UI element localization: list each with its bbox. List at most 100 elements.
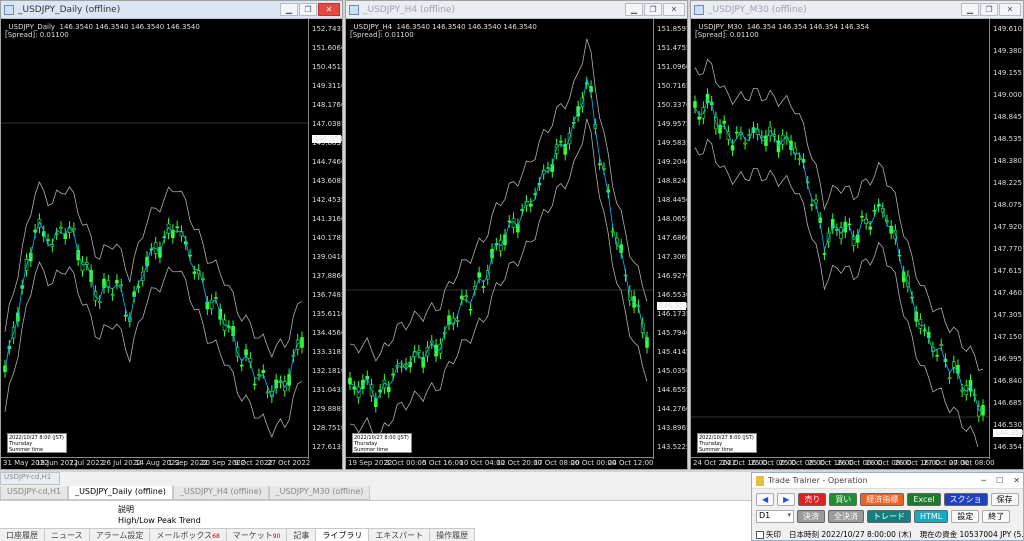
prev-bar-button[interactable]: ◀ — [756, 493, 775, 506]
time-axis[interactable]: 24 Oct 2022 24 Oct 16:00 25 Oct 00:00 25 Oc… — [691, 457, 995, 469]
restore-button[interactable]: ❐ — [980, 3, 998, 16]
price-axis-label: 140.1785 — [312, 234, 343, 242]
sell-button[interactable]: 売り — [798, 493, 827, 506]
chart-window-h4[interactable]: _USDJPY_H4 (offline) ▁ ❐ ✕ _USDJPY_H4 14… — [345, 0, 688, 470]
candle-body — [244, 349, 248, 356]
price-axis-label: 151.8595 — [657, 25, 688, 33]
time-axis[interactable]: 19 Sep 2022 3 Oct 00:00 5 Oct 16:00 10 Oct … — [346, 457, 654, 469]
timeframe-select[interactable]: D1 — [756, 510, 794, 523]
close-button[interactable]: ✕ — [318, 3, 340, 16]
chart-title: _USDJPY_M30 (offline) — [708, 4, 807, 15]
chart-tab-h1[interactable]: USDJPY-cd,H1 — [0, 486, 69, 500]
candle-body — [546, 167, 550, 169]
exit-button[interactable]: 終了 — [982, 510, 1011, 523]
settings-button[interactable]: 設定 — [951, 510, 980, 523]
chart-window-daily[interactable]: _USDJPY_Daily (offline) ▁ ❐ ✕ _USDJPY_Da… — [0, 0, 343, 470]
price-chart[interactable] — [691, 19, 1023, 459]
candle-body — [747, 134, 752, 136]
close-button[interactable]: ✕ — [663, 3, 685, 16]
price-axis-label: 148.075 — [993, 201, 1022, 209]
candle-body — [348, 377, 352, 385]
settle-button[interactable]: 決済 — [797, 510, 825, 523]
price-axis-label: 143.8965 — [657, 424, 688, 432]
terminal-tab-library[interactable]: ライブラリ — [316, 529, 370, 541]
buy-button[interactable]: 買い — [829, 493, 858, 506]
trade-trainer-window: Trade Trainer - Operation ─ ☐ ✕ ◀ ▶ 売り 買… — [751, 472, 1024, 541]
price-axis-label: 143.5225 — [657, 443, 688, 451]
terminal-tab-account-history[interactable]: 口座履歴 — [0, 529, 45, 541]
price-axis-label: 151.4755 — [657, 44, 688, 52]
chart-info-text: _USDJPY_Daily 146.3540 146.3540 146.3540… — [5, 23, 200, 39]
screenshot-button[interactable]: スクショ — [943, 493, 988, 506]
trainer-minimize-button[interactable]: ─ — [981, 476, 986, 485]
price-axis-label: 139.0410 — [312, 253, 343, 261]
close-button[interactable]: ✕ — [999, 3, 1021, 16]
trainer-title: Trade Trainer - Operation — [768, 476, 868, 485]
trade-button[interactable]: トレード — [867, 510, 911, 523]
chart-titlebar[interactable]: _USDJPY_Daily (offline) ▁ ❐ ✕ — [1, 1, 342, 19]
chart-info-text: _USDJPY_M30 146.354 146.354 146.354 146.… — [695, 23, 870, 39]
price-axis-label: 149.000 — [993, 91, 1022, 99]
price-axis[interactable]: 152.7435 151.6060 150.4515 149.3110 148.1760… — [308, 19, 342, 459]
restore-button[interactable]: ❐ — [299, 3, 317, 16]
terminal-tab-market[interactable]: マーケット90 — [227, 529, 288, 541]
chart-titlebar[interactable]: _USDJPY_M30 (offline) ▁ ❐ ✕ — [691, 1, 1023, 19]
price-axis-label: 148.1760 — [312, 101, 343, 109]
price-axis-label: 128.7510 — [312, 424, 343, 432]
price-axis-label: 147.6860 — [657, 234, 688, 242]
price-axis-label: 135.6110 — [312, 310, 343, 318]
chart-title: _USDJPY_H4 (offline) — [363, 4, 455, 15]
terminal-tab-articles[interactable]: 記事 — [287, 529, 317, 541]
next-bar-button[interactable]: ▶ — [777, 493, 796, 506]
candle-body — [464, 295, 469, 298]
candle-body — [830, 218, 835, 229]
economic-indicators-button[interactable]: 経済指標 — [860, 493, 905, 506]
chart-window-m30[interactable]: _USDJPY_M30 (offline) ▁ ❐ ✕ _USDJPY_M30 … — [690, 0, 1024, 470]
candle-body — [935, 354, 939, 357]
price-axis-label: 133.3185 — [312, 348, 343, 356]
time-axis[interactable]: 31 May 2022 19 Jun 2022 7 Jul 2022 26 Jul 2… — [1, 457, 310, 469]
library-item[interactable]: High/Low Peak Trend — [118, 516, 201, 525]
candle-body — [252, 383, 257, 386]
save-button[interactable]: 保存 — [990, 493, 1019, 506]
chart-tab-h4[interactable]: _USDJPY_H4 (offline) — [172, 486, 269, 500]
chart-tab-daily[interactable]: _USDJPY_Daily (offline) — [68, 486, 173, 500]
terminal-tab-mailbox[interactable]: メールボックス68 — [150, 529, 227, 541]
terminal-tab-news[interactable]: ニュース — [45, 529, 90, 541]
html-button[interactable]: HTML — [914, 510, 949, 523]
minimize-button[interactable]: ▁ — [961, 3, 979, 16]
description-header: 説明 — [118, 505, 134, 514]
minimize-button[interactable]: ▁ — [625, 3, 643, 16]
time-axis-label: 24 Oct 12:00 — [607, 459, 654, 467]
chart-tab-m30[interactable]: _USDJPY_M30 (offline) — [268, 486, 371, 500]
price-axis-label: 146.5530 — [657, 291, 688, 299]
trainer-maximize-button[interactable]: ☐ — [996, 476, 1003, 485]
price-axis-label: 136.7485 — [312, 291, 343, 299]
chart-titlebar[interactable]: _USDJPY_H4 (offline) ▁ ❐ ✕ — [346, 1, 687, 19]
candle-body — [468, 308, 473, 311]
candle-body — [386, 386, 391, 393]
price-axis-label: 147.770 — [993, 245, 1022, 253]
minimize-button[interactable]: ▁ — [280, 3, 298, 16]
price-chart[interactable] — [346, 19, 687, 459]
terminal-tab-experts[interactable]: エキスパート — [369, 529, 431, 541]
terminal-tab-alerts[interactable]: アラーム設定 — [90, 529, 151, 541]
price-axis-label: 129.8885 — [312, 405, 343, 413]
terminal-tab-journal[interactable]: 操作履歴 — [430, 529, 476, 541]
chart-window-icon — [349, 4, 359, 15]
price-axis[interactable]: 149.610 149.380 149.155 149.000 148.845 148.5… — [989, 19, 1023, 459]
trainer-close-button[interactable]: ✕ — [1013, 476, 1020, 485]
settle-all-button[interactable]: 全決済 — [828, 510, 864, 523]
price-axis[interactable]: 151.8595 151.4755 151.0960 150.7165 150.3370… — [653, 19, 687, 459]
time-info-box: 2022/10/27 8:00 (JST) Thursday Summer time — [7, 433, 67, 453]
arrow-toggle[interactable]: 矢印 — [756, 529, 781, 540]
candle-body — [97, 300, 102, 304]
arrow-checkbox[interactable] — [756, 531, 764, 539]
restore-button[interactable]: ❐ — [644, 3, 662, 16]
chart-title: _USDJPY_Daily (offline) — [18, 4, 121, 15]
excel-button[interactable]: Excel — [907, 493, 941, 506]
price-axis-label: 147.920 — [993, 223, 1022, 231]
minimized-chart-window[interactable]: USDJPY-cd,H1 — [0, 472, 60, 485]
price-chart[interactable] — [1, 19, 342, 459]
app-root: _USDJPY_Daily (offline) ▁ ❐ ✕ _USDJPY_Da… — [0, 0, 1024, 541]
